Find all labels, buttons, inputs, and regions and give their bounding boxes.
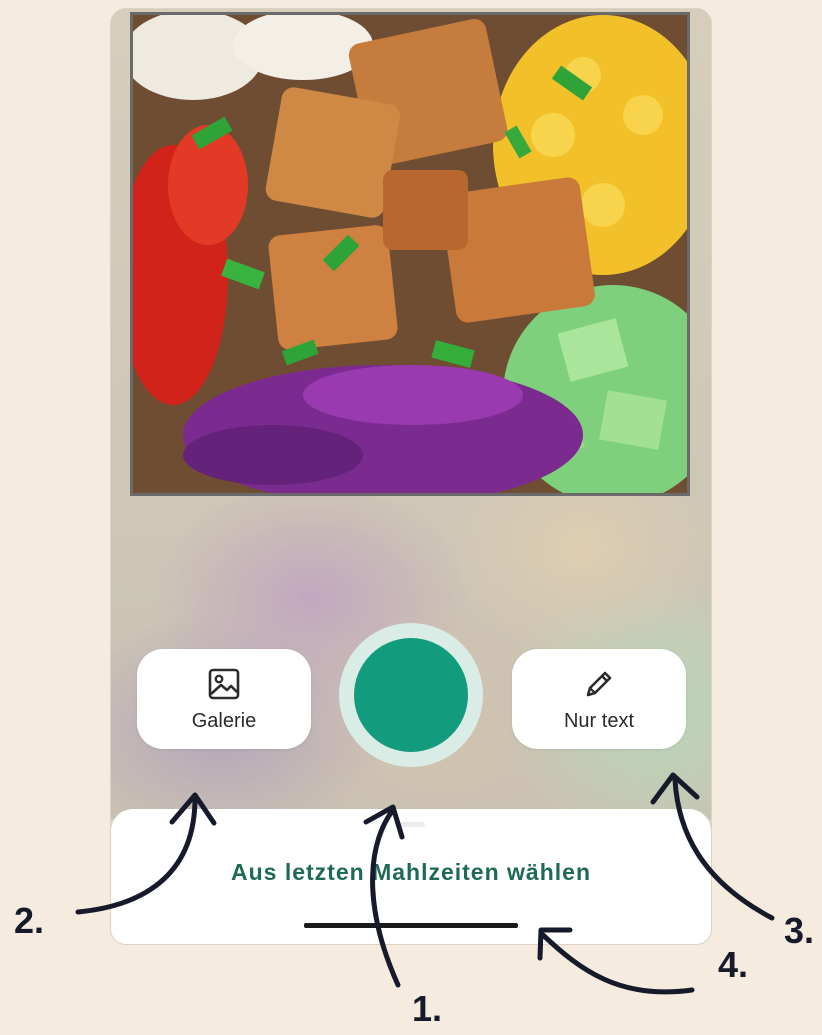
arrow-3 — [672, 777, 775, 921]
arrow-1 — [370, 807, 401, 988]
callout-4: 4. — [718, 944, 749, 985]
arrow-4 — [540, 932, 695, 995]
callout-1: 1. — [412, 988, 443, 1029]
callout-3: 3. — [784, 910, 815, 951]
callout-2: 2. — [14, 900, 45, 941]
annotation-arrows — [75, 772, 775, 995]
